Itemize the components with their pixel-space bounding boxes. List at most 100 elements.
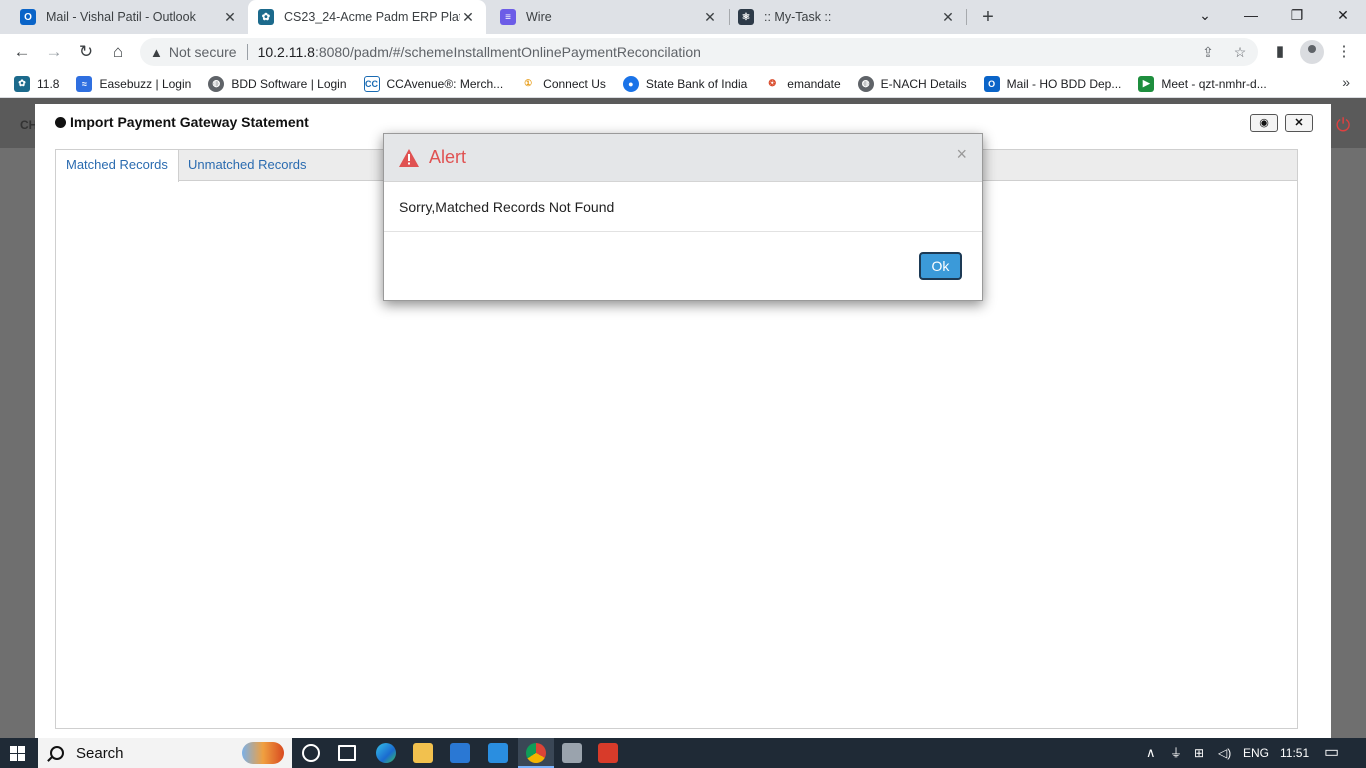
bookmark-enach[interactable]: ◍ E-NACH Details	[857, 75, 967, 92]
tab-title: Wire	[526, 10, 552, 24]
tab-separator	[966, 9, 967, 25]
usb-icon[interactable]: ⏚	[1170, 738, 1182, 768]
home-icon[interactable]: ⌂	[106, 40, 130, 64]
chrome-icon	[526, 743, 546, 763]
address-bar[interactable]: ▲ Not secure 10.2.11.8 :8080/padm/#/sche…	[140, 38, 1258, 66]
mail-icon[interactable]	[488, 743, 508, 763]
search-icon	[50, 746, 64, 760]
file-explorer-icon[interactable]	[413, 743, 433, 763]
minimize-icon[interactable]: —	[1228, 0, 1274, 30]
eye-slash-button[interactable]: ◉	[1250, 114, 1278, 132]
windows-start-icon[interactable]	[10, 746, 26, 762]
window-close-icon[interactable]: ✕	[1320, 0, 1366, 30]
task-view-icon[interactable]	[338, 745, 356, 761]
globe-icon: ◍	[857, 75, 874, 92]
taskbar-search[interactable]: Search	[38, 738, 292, 768]
bookmark-meet[interactable]: ▶ Meet - qzt-nmhr-d...	[1138, 75, 1267, 92]
tab-outlook[interactable]: O Mail - Vishal Patil - Outlook ✕	[10, 0, 248, 34]
tab-wire[interactable]: ≡ Wire ✕	[490, 0, 728, 34]
language-indicator[interactable]: ENG	[1243, 738, 1269, 768]
bookmark-label: Meet - qzt-nmhr-d...	[1161, 76, 1267, 91]
profile-avatar[interactable]	[1300, 40, 1324, 64]
modal-title-text: Import Payment Gateway Statement	[70, 114, 309, 130]
outlook-icon: O	[20, 9, 36, 25]
tab-search-icon[interactable]: ⌄	[1182, 0, 1228, 30]
bookmark-connect-us[interactable]: ① Connect Us	[520, 75, 606, 92]
bookmark-mail-ho[interactable]: O Mail - HO BDD Dep...	[983, 75, 1121, 92]
close-icon[interactable]: ✕	[702, 9, 718, 26]
wps-office-icon[interactable]	[598, 743, 618, 763]
edge-icon[interactable]	[376, 743, 396, 763]
bookmark-label: State Bank of India	[645, 76, 748, 91]
menu-icon[interactable]: ⋮	[1332, 40, 1356, 64]
wire-icon: ≡	[500, 9, 516, 25]
bookmarks-overflow-icon[interactable]: »	[1342, 74, 1350, 90]
sbi-icon: ●	[622, 75, 639, 92]
bookmark-bdd-software[interactable]: ◍ BDD Software | Login	[208, 75, 347, 92]
side-panel-icon[interactable]: ▮	[1268, 40, 1292, 64]
volume-icon[interactable]: ◁)	[1218, 738, 1231, 768]
star-icon[interactable]: ☆	[1230, 42, 1250, 62]
network-icon[interactable]: ⊞	[1194, 738, 1204, 768]
tab-title: CS23_24-Acme Padm ERP Platform	[284, 10, 460, 24]
bookmark-label: Connect Us	[543, 76, 606, 91]
close-icon[interactable]: ✕	[222, 9, 238, 26]
alert-close-icon[interactable]: ×	[956, 144, 967, 165]
url-host[interactable]: 10.2.11.8	[258, 44, 315, 60]
tab-my-task[interactable]: ⚛ :: My-Task :: ✕	[728, 0, 966, 34]
bookmark-label: E-NACH Details	[880, 76, 967, 91]
alert-header: Alert ×	[384, 134, 982, 182]
padm-icon: ✿	[14, 75, 30, 92]
meet-icon: ▶	[1138, 75, 1155, 92]
outlook-icon: O	[983, 75, 1000, 92]
power-icon[interactable]: ⏻	[1336, 116, 1354, 134]
printer-icon[interactable]	[562, 743, 582, 763]
alert-title: Alert	[429, 147, 467, 167]
bookmark-label: 11.8	[37, 76, 60, 91]
close-icon[interactable]: ✕	[460, 9, 476, 26]
new-tab-button[interactable]: +	[976, 5, 1000, 29]
share-icon[interactable]: ⇪	[1198, 42, 1218, 62]
chrome-taskbar-button[interactable]	[518, 738, 554, 768]
bookmark-label: emandate	[787, 76, 841, 91]
taskbar: Search ∧ ⏚ ⊞ ◁) ENG 11:51 ▭	[0, 738, 1366, 768]
emandate-icon: ❂	[764, 75, 781, 92]
modal-title: Import Payment Gateway Statement	[55, 114, 309, 130]
store-icon[interactable]	[450, 743, 470, 763]
bookmark-11-8[interactable]: ✿ 11.8	[14, 75, 60, 92]
bookmark-ccavenue[interactable]: CC CCAvenue®: Merch...	[363, 75, 504, 92]
easebuzz-icon: ≈	[76, 75, 93, 92]
bookmark-emandate[interactable]: ❂ emandate	[764, 75, 841, 92]
cortana-icon[interactable]	[302, 744, 320, 762]
ccavenue-icon: CC	[363, 75, 380, 92]
padm-icon: ✿	[258, 9, 274, 25]
bookmarks-bar: ✿ 11.8 ≈ Easebuzz | Login ◍ BDD Software…	[0, 70, 1366, 98]
reload-icon[interactable]: ↻	[74, 40, 98, 64]
bookmark-easebuzz[interactable]: ≈ Easebuzz | Login	[76, 75, 192, 92]
url-path[interactable]: :8080/padm/#/schemeInstallmentOnlinePaym…	[315, 44, 701, 60]
modal-close-button[interactable]: ✕	[1285, 114, 1313, 132]
search-label: Search	[76, 744, 124, 762]
ok-button[interactable]: Ok	[919, 252, 962, 280]
forward-icon[interactable]: →	[42, 40, 66, 64]
browser-toolbar: ← → ↻ ⌂ ▲ Not secure 10.2.11.8 :8080/pad…	[0, 34, 1366, 70]
back-icon[interactable]: ←	[10, 40, 34, 64]
tab-padm[interactable]: ✿ CS23_24-Acme Padm ERP Platform ✕	[248, 0, 486, 34]
notification-icon[interactable]: ▭	[1324, 738, 1339, 768]
tray-overflow-icon[interactable]: ∧	[1146, 738, 1156, 768]
tab-unmatched-records[interactable]: Unmatched Records	[178, 150, 317, 181]
bookmark-label: Easebuzz | Login	[99, 76, 192, 91]
close-icon[interactable]: ✕	[940, 9, 956, 26]
clock[interactable]: 11:51	[1280, 738, 1309, 768]
tab-matched-records[interactable]: Matched Records	[56, 150, 179, 182]
alert-dialog: Alert × Sorry,Matched Records Not Found …	[383, 133, 983, 301]
restore-icon[interactable]: ❐	[1274, 0, 1320, 30]
eye-slash-icon: ◉	[1259, 117, 1269, 129]
search-highlight-icon	[242, 742, 284, 764]
warning-icon[interactable]: ▲	[150, 45, 163, 60]
bookmark-sbi[interactable]: ● State Bank of India	[622, 75, 748, 92]
tab-title: Mail - Vishal Patil - Outlook	[46, 10, 196, 24]
security-label[interactable]: Not secure	[169, 44, 237, 60]
bookmark-label: CCAvenue®: Merch...	[386, 76, 504, 91]
bookmark-label: BDD Software | Login	[231, 76, 347, 91]
